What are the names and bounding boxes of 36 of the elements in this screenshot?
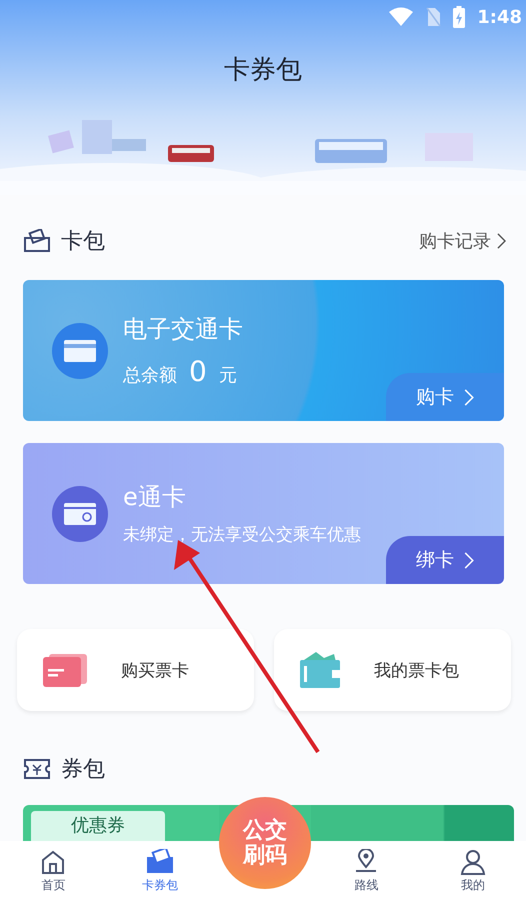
card-note: 未绑定，无法享受公交乘车优惠 <box>123 524 361 546</box>
card-panel[interactable]: 电子交通卡 总余额 0 元 购卡 <box>23 280 504 421</box>
section-title: 卡包 <box>61 228 105 256</box>
page-title: 卡券包 <box>223 54 303 87</box>
nav-tab[interactable]: 首页 <box>0 848 106 894</box>
wifi-icon <box>389 7 414 27</box>
no-sim-icon <box>425 7 442 27</box>
status-time: 1:48 <box>477 6 522 28</box>
chevron-icon <box>464 388 474 406</box>
balance-amount: 0 <box>189 355 207 388</box>
shortcut-button[interactable]: 购买票卡 <box>17 629 254 711</box>
wallet-card-icon <box>23 229 51 253</box>
battery-charging-icon <box>453 6 466 28</box>
card-wallet-icon <box>144 848 175 874</box>
card-name: e通卡 <box>123 482 187 513</box>
purchase-history-link[interactable]: 购卡记录 <box>419 229 506 253</box>
card-action-button[interactable]: 购卡 <box>386 373 504 421</box>
shortcut-button[interactable]: 我的票卡包 <box>274 629 511 711</box>
nav-tab[interactable]: 我的 <box>420 848 526 894</box>
card-name: 电子交通卡 <box>123 314 243 345</box>
person-icon <box>460 848 486 874</box>
card-panel[interactable]: e通卡 未绑定，无法享受公交乘车优惠 绑卡 <box>23 443 504 584</box>
nav-tab[interactable]: 卡券包 <box>106 848 213 894</box>
section-title: 券包 <box>61 756 105 784</box>
ticket-card-icon <box>41 652 89 688</box>
card-action-button[interactable]: 绑卡 <box>386 536 504 584</box>
chevron-icon <box>497 233 506 249</box>
home-icon <box>40 848 66 874</box>
currency-unit: 元 <box>218 364 237 387</box>
chevron-icon <box>464 552 474 568</box>
coupon-label: 优惠券 <box>31 811 165 841</box>
nav-tab[interactable]: 路线 <box>313 848 420 894</box>
coupon-icon <box>23 758 51 780</box>
coupon-banner[interactable]: 优惠券 <box>23 805 219 841</box>
balance-label: 总余额 <box>123 364 177 387</box>
wallet-icon <box>298 650 342 690</box>
